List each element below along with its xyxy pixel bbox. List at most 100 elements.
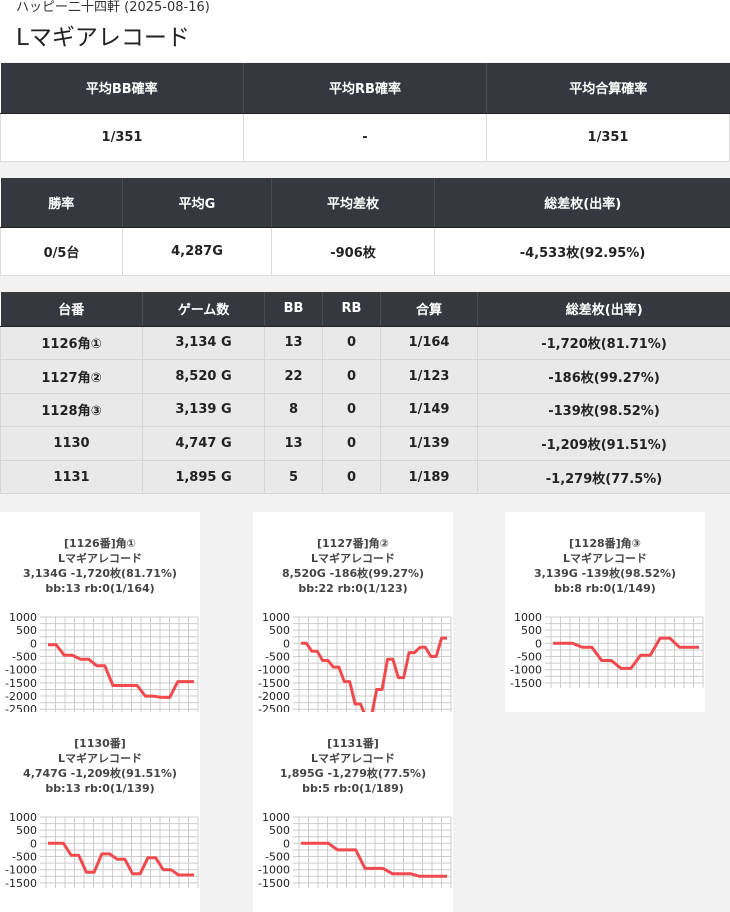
probability-summary-table: 平均BB確率 平均RB確率 平均合算確率 1/351 - 1/351 (0, 63, 730, 162)
cell-combined: 1/164 (380, 325, 478, 361)
chart-card: [1126番]角① Lマギアレコード 3,134G -1,720枚(81.71%… (0, 512, 200, 712)
y-tick-label: 1000 (262, 611, 290, 624)
y-tick-label: 1000 (9, 611, 37, 624)
y-tick-label: -1000 (5, 864, 37, 877)
y-tick-label: -1500 (5, 877, 37, 890)
y-tick-label: -1000 (258, 664, 290, 677)
y-tick-label: -500 (517, 651, 542, 664)
cell-game-count: 3,134 G (142, 325, 265, 361)
header-game-count: ゲーム数 (142, 292, 265, 327)
header-avg-rb: 平均RB確率 (243, 63, 487, 114)
y-tick-label: -500 (265, 651, 290, 664)
series-line (553, 636, 699, 670)
y-tick-label: 500 (269, 824, 290, 837)
y-tick-label: -1000 (258, 864, 290, 877)
cell-rb: 0 (322, 325, 381, 361)
cell-game-count: 3,139 G (142, 392, 265, 428)
y-tick-label: 0 (535, 637, 542, 650)
header-win-rate: 勝率 (0, 178, 123, 228)
chart-card: [1128番]角③ Lマギアレコード 3,139G -139枚(98.52%) … (505, 512, 705, 712)
cell-rb: 0 (322, 459, 381, 495)
y-tick-label: -2500 (258, 703, 290, 712)
value-avg-combined: 1/351 (486, 112, 730, 162)
value-avg-rb: - (243, 112, 487, 162)
y-tick-label: 1000 (9, 811, 37, 824)
cell-rb: 0 (322, 359, 381, 394)
series-line (48, 841, 194, 877)
cell-total-diff: -186枚(99.27%) (477, 359, 730, 394)
series-line (301, 636, 447, 712)
cell-machine-no: 1127角② (0, 359, 143, 394)
header-avg-games: 平均G (122, 178, 272, 228)
header-rb: RB (322, 292, 381, 327)
line-chart: 10005000-500-1000-1500 (258, 811, 452, 890)
table-row[interactable]: 1130 4,747 G 13 0 1/139 -1,209枚(91.51%) (0, 426, 730, 461)
table-row[interactable]: 1131 1,895 G 5 0 1/189 -1,279枚(77.5%) (0, 459, 730, 495)
header-avg-bb: 平均BB確率 (0, 63, 244, 114)
cell-rb: 0 (322, 426, 381, 461)
y-tick-label: -1000 (5, 664, 37, 677)
cell-total-diff: -1,279枚(77.5%) (477, 459, 730, 495)
value-avg-games: 4,287G (122, 226, 272, 276)
cell-total-diff: -1,720枚(81.71%) (477, 325, 730, 361)
y-tick-label: 0 (283, 837, 290, 850)
cell-machine-no: 1130 (0, 426, 143, 461)
y-tick-label: -500 (265, 851, 290, 864)
table-row[interactable]: 1126角① 3,134 G 13 0 1/164 -1,720枚(81.71%… (0, 325, 730, 361)
table-row[interactable]: 1128角③ 3,139 G 8 0 1/149 -139枚(98.52%) (0, 392, 730, 428)
header-avg-combined: 平均合算確率 (486, 63, 730, 114)
cell-total-diff: -1,209枚(91.51%) (477, 426, 730, 461)
y-tick-label: 500 (269, 624, 290, 637)
machines-table: 台番 ゲーム数 BB RB 合算 総差枚(出率) 1126角① 3,134 G … (0, 292, 730, 495)
table-row[interactable]: 1127角② 8,520 G 22 0 1/123 -186枚(99.27%) (0, 359, 730, 394)
cell-bb: 5 (264, 459, 323, 495)
store-name: ハッピー二十四軒 (2025-08-16) (16, 0, 210, 15)
y-tick-label: -1000 (510, 664, 542, 677)
cell-bb: 13 (264, 325, 323, 361)
chart-card: [1127番]角② Lマギアレコード 8,520G -186枚(99.27%) … (253, 512, 453, 712)
y-tick-label: -1500 (5, 677, 37, 690)
cell-bb: 8 (264, 392, 323, 428)
value-avg-bb: 1/351 (0, 112, 244, 162)
y-tick-label: 500 (521, 624, 542, 637)
cell-game-count: 8,520 G (142, 359, 265, 394)
machine-title: Lマギアレコード (16, 25, 190, 51)
header-total-diff: 総差枚(出率) (434, 178, 730, 228)
cell-machine-no: 1131 (0, 459, 143, 495)
chart-card: [1131番] Lマギアレコード 1,895G -1,279枚(77.5%) b… (253, 712, 453, 912)
y-tick-label: 500 (16, 624, 37, 637)
cell-combined: 1/123 (380, 359, 478, 394)
value-avg-diff: -906枚 (271, 226, 435, 276)
cell-game-count: 4,747 G (142, 426, 265, 461)
header-avg-diff: 平均差枚 (271, 178, 435, 228)
y-tick-label: 500 (16, 824, 37, 837)
y-tick-label: 0 (30, 837, 37, 850)
result-summary-table: 勝率 平均G 平均差枚 総差枚(出率) 0/5台 4,287G -906枚 -4… (0, 178, 730, 276)
line-chart: 10005000-500-1000-1500-2000-2500-3000-35… (258, 611, 452, 712)
y-tick-label: -2000 (5, 690, 37, 703)
series-line (301, 841, 447, 878)
header-machine-no: 台番 (0, 292, 143, 327)
header-bb: BB (264, 292, 323, 327)
cell-machine-no: 1128角③ (0, 392, 143, 428)
cell-combined: 1/189 (380, 459, 478, 495)
cell-combined: 1/139 (380, 426, 478, 461)
y-tick-label: -1500 (258, 677, 290, 690)
y-tick-label: -500 (12, 851, 37, 864)
cell-bb: 13 (264, 426, 323, 461)
chart-card: [1130番] Lマギアレコード 4,747G -1,209枚(91.51%) … (0, 712, 200, 912)
cell-game-count: 1,895 G (142, 459, 265, 495)
y-tick-label: 0 (283, 637, 290, 650)
y-tick-label: -1500 (510, 677, 542, 690)
y-tick-label: 0 (30, 637, 37, 650)
line-chart: 10005000-500-1000-1500 (5, 811, 199, 890)
y-tick-label: 1000 (514, 611, 542, 624)
header-combined: 合算 (380, 292, 478, 327)
y-tick-label: 1000 (262, 811, 290, 824)
value-win-rate: 0/5台 (0, 226, 123, 276)
line-chart: 10005000-500-1000-1500-2000-2500 (5, 611, 199, 712)
cell-total-diff: -139枚(98.52%) (477, 392, 730, 428)
y-tick-label: -1500 (258, 877, 290, 890)
cell-combined: 1/149 (380, 392, 478, 428)
y-tick-label: -2000 (258, 690, 290, 703)
